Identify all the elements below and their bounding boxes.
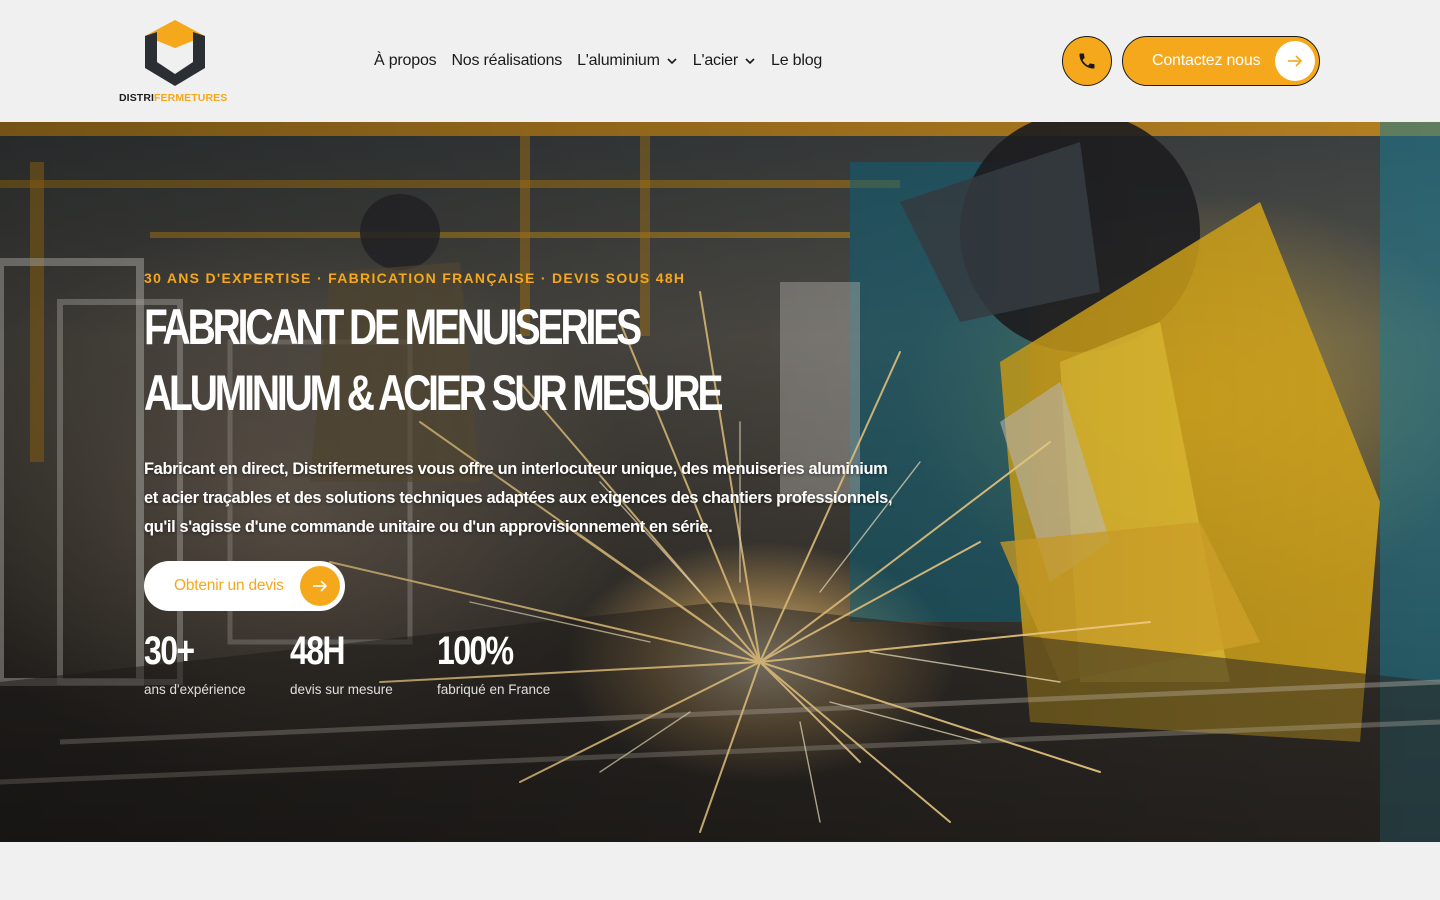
stat-caption: ans d'expérience bbox=[144, 682, 246, 697]
hero-title-line1: FABRICANT DE MENUISERIES bbox=[144, 299, 642, 355]
get-quote-label: Obtenir un devis bbox=[174, 577, 284, 594]
arrow-right-icon bbox=[313, 580, 328, 592]
nav-item-acier[interactable]: L'acier bbox=[693, 52, 756, 70]
logo-mark-icon bbox=[145, 20, 205, 86]
contact-button-label: Contactez nous bbox=[1152, 52, 1261, 69]
nav-item-label: L'aluminium bbox=[577, 52, 660, 69]
stat-made-in-france: 100% fabriqué en France bbox=[437, 628, 550, 697]
phone-icon bbox=[1079, 53, 1095, 69]
contact-button[interactable]: Contactez nous bbox=[1122, 36, 1320, 86]
brand-wordmark: DISTRIFERMETURES bbox=[119, 92, 233, 104]
stat-value: 48H bbox=[290, 629, 346, 673]
contact-arrow bbox=[1275, 41, 1315, 81]
phone-button[interactable] bbox=[1062, 36, 1112, 86]
nav-item-realisations[interactable]: Nos réalisations bbox=[451, 52, 562, 70]
nav-item-blog[interactable]: Le blog bbox=[771, 52, 822, 70]
stat-caption: devis sur mesure bbox=[290, 682, 393, 697]
nav-item-label: Le blog bbox=[771, 52, 823, 69]
chevron-down-icon bbox=[667, 58, 677, 65]
site-header: DISTRIFERMETURES À propos Nos réalisatio… bbox=[0, 0, 1440, 122]
hero-title: FABRICANT DE MENUISERIES ALUMINIUM & ACI… bbox=[144, 294, 723, 426]
nav-item-label: L'acier bbox=[692, 52, 738, 69]
nav-item-label: Nos réalisations bbox=[451, 52, 563, 69]
get-quote-arrow bbox=[300, 566, 340, 606]
chevron-down-icon bbox=[745, 58, 755, 65]
brand-name-part2: FERMETURES bbox=[154, 92, 228, 104]
hero-title-line2: ALUMINIUM & ACIER SUR MESURE bbox=[144, 365, 723, 421]
hero-description: Fabricant en direct, Distrifermetures vo… bbox=[144, 460, 893, 536]
get-quote-button[interactable]: Obtenir un devis bbox=[144, 561, 345, 611]
nav-item-label: À propos bbox=[374, 52, 437, 69]
stat-experience: 30+ ans d'expérience bbox=[144, 628, 246, 697]
brand-name-part1: DISTRI bbox=[119, 92, 155, 104]
stat-caption: fabriqué en France bbox=[437, 682, 551, 697]
arrow-right-icon bbox=[1288, 55, 1303, 67]
nav-item-a-propos[interactable]: À propos bbox=[374, 52, 437, 70]
brand-logo[interactable]: DISTRIFERMETURES bbox=[119, 18, 233, 106]
main-nav: À propos Nos réalisations L'aluminium L'… bbox=[374, 48, 837, 74]
stat-value: 100% bbox=[437, 629, 514, 673]
stat-quote-delay: 48H devis sur mesure bbox=[290, 628, 393, 697]
hero-eyebrow: 30 ANS D'EXPERTISE · FABRICATION FRANÇAI… bbox=[144, 270, 686, 286]
nav-item-aluminium[interactable]: L'aluminium bbox=[577, 52, 678, 70]
hero-section: 30 ANS D'EXPERTISE · FABRICATION FRANÇAI… bbox=[0, 122, 1440, 842]
stat-value: 30+ bbox=[144, 629, 195, 673]
